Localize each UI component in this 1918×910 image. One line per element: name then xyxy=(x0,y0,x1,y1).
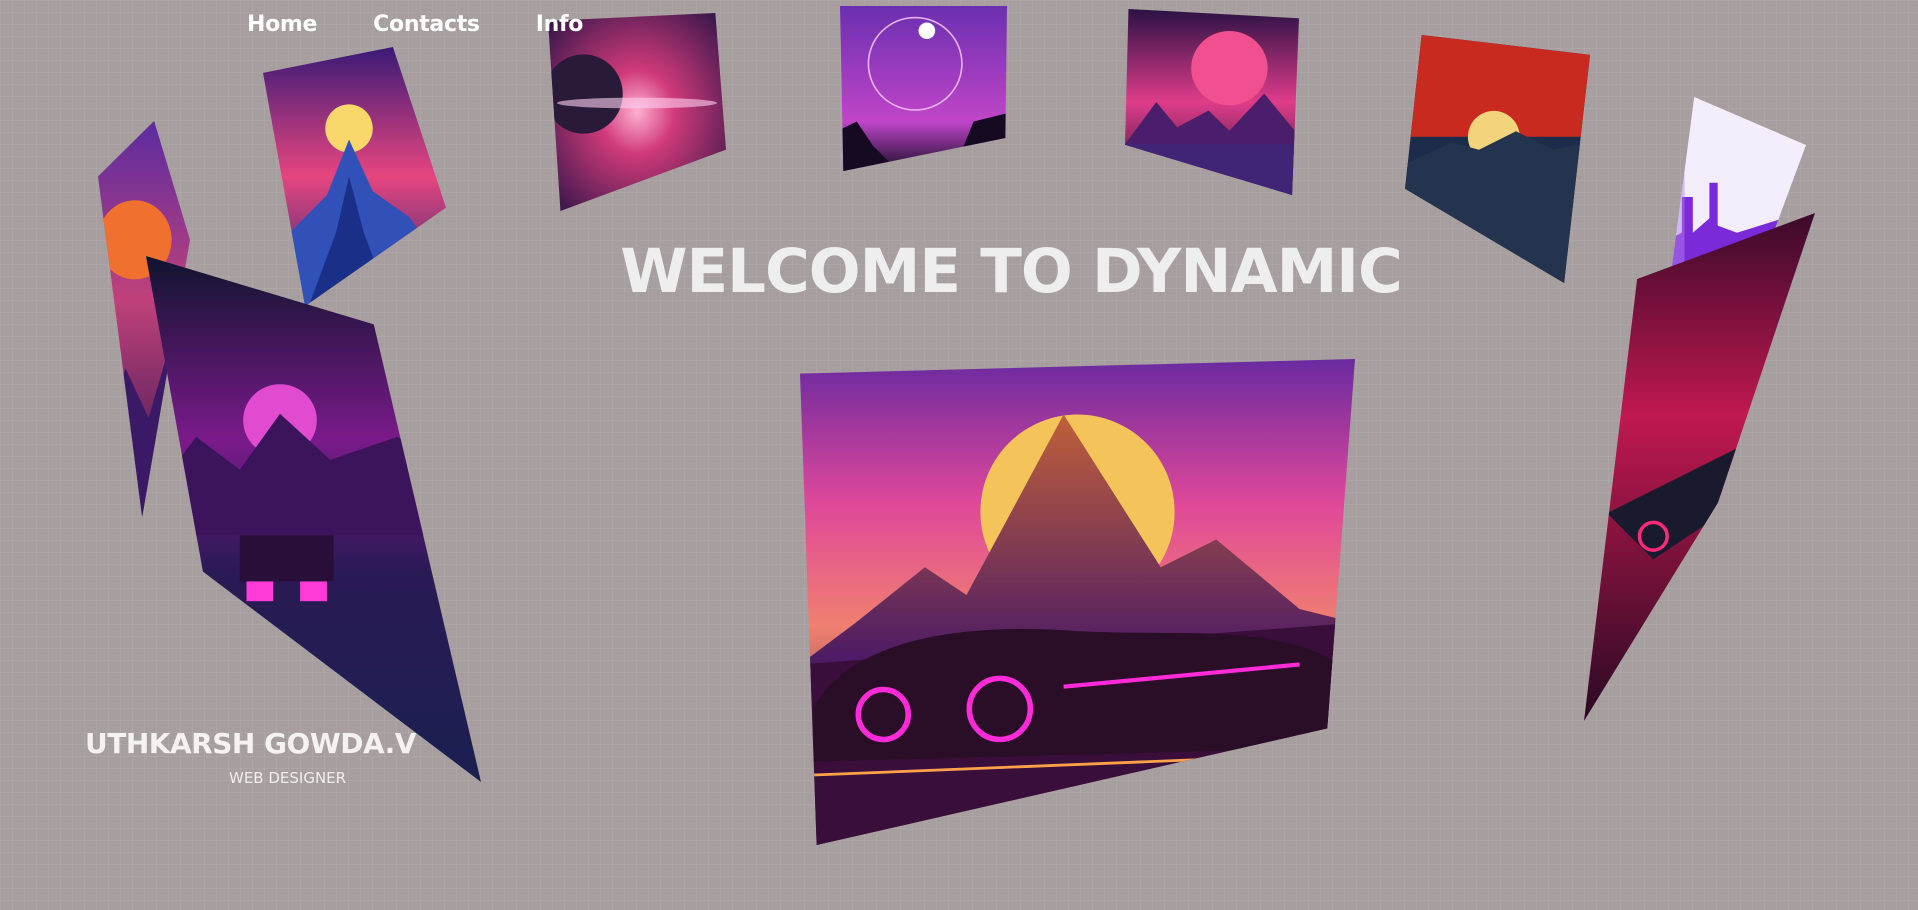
nav-info-link[interactable]: Info xyxy=(536,12,584,37)
main-nav: Home Contacts Info xyxy=(247,12,583,37)
retro-car-sunset-card[interactable] xyxy=(146,256,481,782)
ringed-planet-card[interactable] xyxy=(840,6,1007,171)
synthwave-supercar-image xyxy=(800,359,1355,845)
hero-title: WELCOME TO DYNAMIC xyxy=(620,236,1403,307)
ringed-planet-image xyxy=(840,6,1007,171)
synthwave-supercar-card[interactable] xyxy=(800,359,1355,845)
retro-car-sunset-image xyxy=(146,256,481,782)
planet-nebula-image xyxy=(548,13,726,211)
author-role: WEB DESIGNER xyxy=(229,769,347,787)
planet-nebula-card[interactable] xyxy=(548,13,726,211)
mountain-moon-image xyxy=(1125,9,1299,195)
nav-contacts-link[interactable]: Contacts xyxy=(373,12,480,37)
author-name: UTHKARSH GOWDA.V xyxy=(85,727,416,760)
nav-home-link[interactable]: Home xyxy=(247,12,317,37)
mountain-moon-card[interactable] xyxy=(1125,9,1299,195)
